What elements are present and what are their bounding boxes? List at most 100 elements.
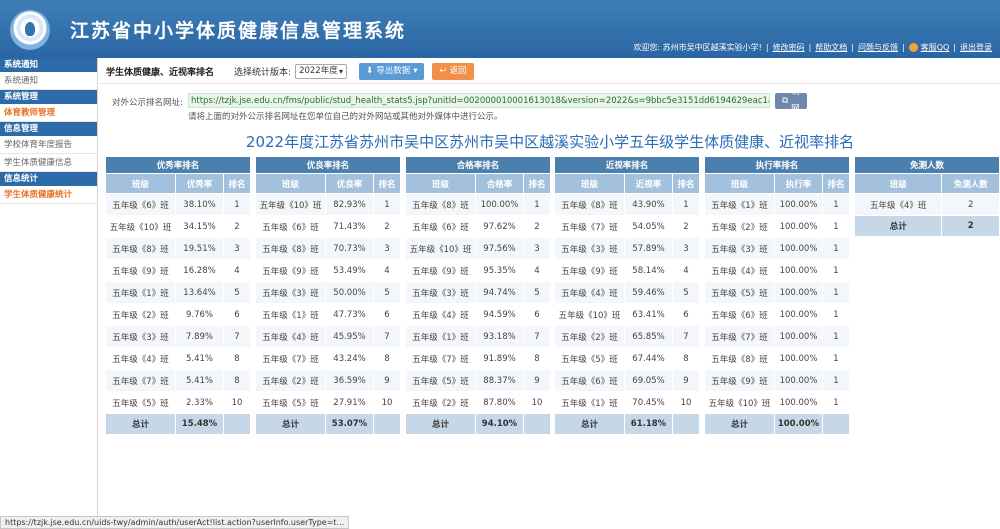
table-cell: 5 bbox=[672, 281, 700, 304]
total-label: 总计 bbox=[554, 413, 625, 435]
sidebar-head-notice[interactable]: 系统通知 bbox=[0, 58, 97, 72]
sidebar-item-pe-teachers[interactable]: 体育教师管理 bbox=[0, 104, 97, 122]
table-cell: 五年级《8》班 bbox=[704, 347, 775, 370]
table-cell: 五年级《5》班 bbox=[405, 369, 476, 392]
copy-icon: ⧉ bbox=[782, 95, 789, 106]
table-total-row: 总计 100.00% bbox=[704, 413, 850, 435]
table-cell: 88.37% bbox=[475, 369, 524, 392]
table-caption: 合格率排名 bbox=[405, 156, 551, 174]
table-cell: 8 bbox=[223, 347, 251, 370]
version-label: 选择统计版本: bbox=[234, 67, 292, 78]
table-cell: 71.43% bbox=[325, 215, 374, 238]
table-cell: 五年级《5》班 bbox=[105, 391, 176, 414]
table-row: 五年级《6》班 71.43% 2 bbox=[255, 215, 401, 238]
table-cell: 69.05% bbox=[624, 369, 673, 392]
table-row: 五年级《3》班 57.89% 3 bbox=[554, 237, 700, 260]
table-cell: 4 bbox=[672, 259, 700, 282]
table-cell: 五年级《7》班 bbox=[554, 215, 625, 238]
table-cell: 五年级《9》班 bbox=[255, 259, 326, 282]
table-row: 五年级《5》班 88.37% 9 bbox=[405, 369, 551, 392]
table-cell: 五年级《6》班 bbox=[105, 193, 176, 216]
table-cell: 19.51% bbox=[175, 237, 224, 260]
table-cell: 94.74% bbox=[475, 281, 524, 304]
table-cell: 6 bbox=[523, 303, 551, 326]
table-total-row: 总计 94.10% bbox=[405, 413, 551, 435]
sidebar-item-health-stats[interactable]: 学生体质健康统计 bbox=[0, 186, 97, 204]
total-blank bbox=[223, 413, 251, 435]
change-password-link[interactable]: 修改密码 bbox=[773, 42, 805, 53]
table-cell: 6 bbox=[223, 303, 251, 326]
good-rate-table: 优良率排名 班级 优良率 排名 五年级《10》班 82.93% 1 五年级《6》班 71.43%… bbox=[255, 156, 401, 435]
table-row: 五年级《5》班 27.91% 10 bbox=[255, 391, 401, 414]
sidebar-head-info[interactable]: 信息管理 bbox=[0, 122, 97, 136]
table-cell: 16.28% bbox=[175, 259, 224, 282]
back-button[interactable]: ↩ 返回 bbox=[432, 62, 474, 80]
table-row: 五年级《3》班 50.00% 5 bbox=[255, 281, 401, 304]
table-row: 五年级《9》班 58.14% 4 bbox=[554, 259, 700, 282]
table-row: 五年级《10》班 97.56% 3 bbox=[405, 237, 551, 260]
public-url-field[interactable]: https://tzjk.jse.edu.cn/fms/public/stud_… bbox=[188, 93, 770, 108]
sidebar-item-annual-report[interactable]: 学校体育年度报告 bbox=[0, 136, 97, 154]
table-row: 五年级《1》班 70.45% 10 bbox=[554, 391, 700, 414]
table-cell: 7.89% bbox=[175, 325, 224, 348]
table-row: 五年级《10》班 63.41% 6 bbox=[554, 303, 700, 326]
public-url-label: 对外公示排名网址: bbox=[112, 98, 183, 108]
table-row: 五年级《8》班 70.73% 3 bbox=[255, 237, 401, 260]
table-cell: 五年级《7》班 bbox=[405, 347, 476, 370]
table-cell: 50.00% bbox=[325, 281, 374, 304]
table-row: 五年级《4》班 5.41% 8 bbox=[105, 347, 251, 370]
table-cell: 94.59% bbox=[475, 303, 524, 326]
table-cell: 67.44% bbox=[624, 347, 673, 370]
table-cell: 1 bbox=[223, 193, 251, 216]
table-cell: 4 bbox=[523, 259, 551, 282]
welcome-text: 欢迎您: 苏州市吴中区越溪实验小学! bbox=[633, 43, 762, 52]
table-cell: 1 bbox=[672, 193, 700, 216]
export-button[interactable]: ⬇ 导出数据 ▾ bbox=[359, 62, 425, 80]
table-cell: 6 bbox=[672, 303, 700, 326]
table-cell: 63.41% bbox=[624, 303, 673, 326]
table-cell: 9 bbox=[373, 369, 401, 392]
table-total-row: 总计 61.18% bbox=[554, 413, 700, 435]
public-url-note: 请将上面的对外公示排名网址在您单位自己的对外网站或其他对外媒体中进行公示。 bbox=[188, 112, 503, 122]
table-cell: 五年级《2》班 bbox=[554, 325, 625, 348]
table-row: 五年级《1》班 100.00% 1 bbox=[704, 193, 850, 216]
table-row: 五年级《2》班 36.59% 9 bbox=[255, 369, 401, 392]
excellent-rate-table: 优秀率排名 班级 优秀率 排名 五年级《6》班 38.10% 1 五年级《10》班 34.15%… bbox=[105, 156, 251, 435]
feedback-link[interactable]: 问题与反馈 bbox=[858, 42, 898, 53]
table-row: 五年级《3》班 100.00% 1 bbox=[704, 237, 850, 260]
table-cell: 3 bbox=[672, 237, 700, 260]
copy-url-button[interactable]: ⧉ 复制网址 bbox=[775, 70, 807, 131]
table-row: 五年级《2》班 65.85% 7 bbox=[554, 325, 700, 348]
support-qq-link[interactable]: 客服QQ bbox=[921, 42, 950, 53]
sidebar-head-system[interactable]: 系统管理 bbox=[0, 90, 97, 104]
table-cell: 2 bbox=[523, 215, 551, 238]
table-caption: 执行率排名 bbox=[704, 156, 850, 174]
top-links: 欢迎您: 苏州市吴中区越溪实验小学! | 修改密码 | 帮助文档 | 问题与反馈… bbox=[633, 42, 992, 53]
sidebar-head-stats[interactable]: 信息统计 bbox=[0, 172, 97, 186]
table-cell: 五年级《9》班 bbox=[105, 259, 176, 282]
table-cell: 五年级《3》班 bbox=[255, 281, 326, 304]
sidebar-item-student-health-info[interactable]: 学生体质健康信息 bbox=[0, 154, 97, 172]
logout-link[interactable]: 退出登录 bbox=[960, 42, 992, 53]
help-docs-link[interactable]: 帮助文档 bbox=[815, 42, 847, 53]
version-select[interactable]: 2022年度 bbox=[295, 63, 348, 79]
chevron-down-icon: ▾ bbox=[413, 65, 418, 76]
table-row: 五年级《5》班 67.44% 8 bbox=[554, 347, 700, 370]
table-cell: 1 bbox=[822, 325, 850, 348]
table-cell: 27.91% bbox=[325, 391, 374, 414]
column-header: 排名 bbox=[373, 173, 401, 194]
download-icon: ⬇ bbox=[366, 65, 374, 76]
logo-icon bbox=[10, 10, 50, 50]
back-icon: ↩ bbox=[439, 65, 447, 76]
table-row: 五年级《4》班 2 bbox=[853, 193, 1000, 216]
table-row: 五年级《7》班 43.24% 8 bbox=[255, 347, 401, 370]
table-cell: 五年级《4》班 bbox=[405, 303, 476, 326]
total-label: 总计 bbox=[704, 413, 775, 435]
total-value: 94.10% bbox=[475, 413, 524, 435]
table-cell: 7 bbox=[373, 325, 401, 348]
table-cell: 7 bbox=[672, 325, 700, 348]
table-cell: 3 bbox=[523, 237, 551, 260]
total-label: 总计 bbox=[105, 413, 176, 435]
sidebar-item-system-notice[interactable]: 系统通知 bbox=[0, 72, 97, 90]
table-cell: 五年级《3》班 bbox=[704, 237, 775, 260]
